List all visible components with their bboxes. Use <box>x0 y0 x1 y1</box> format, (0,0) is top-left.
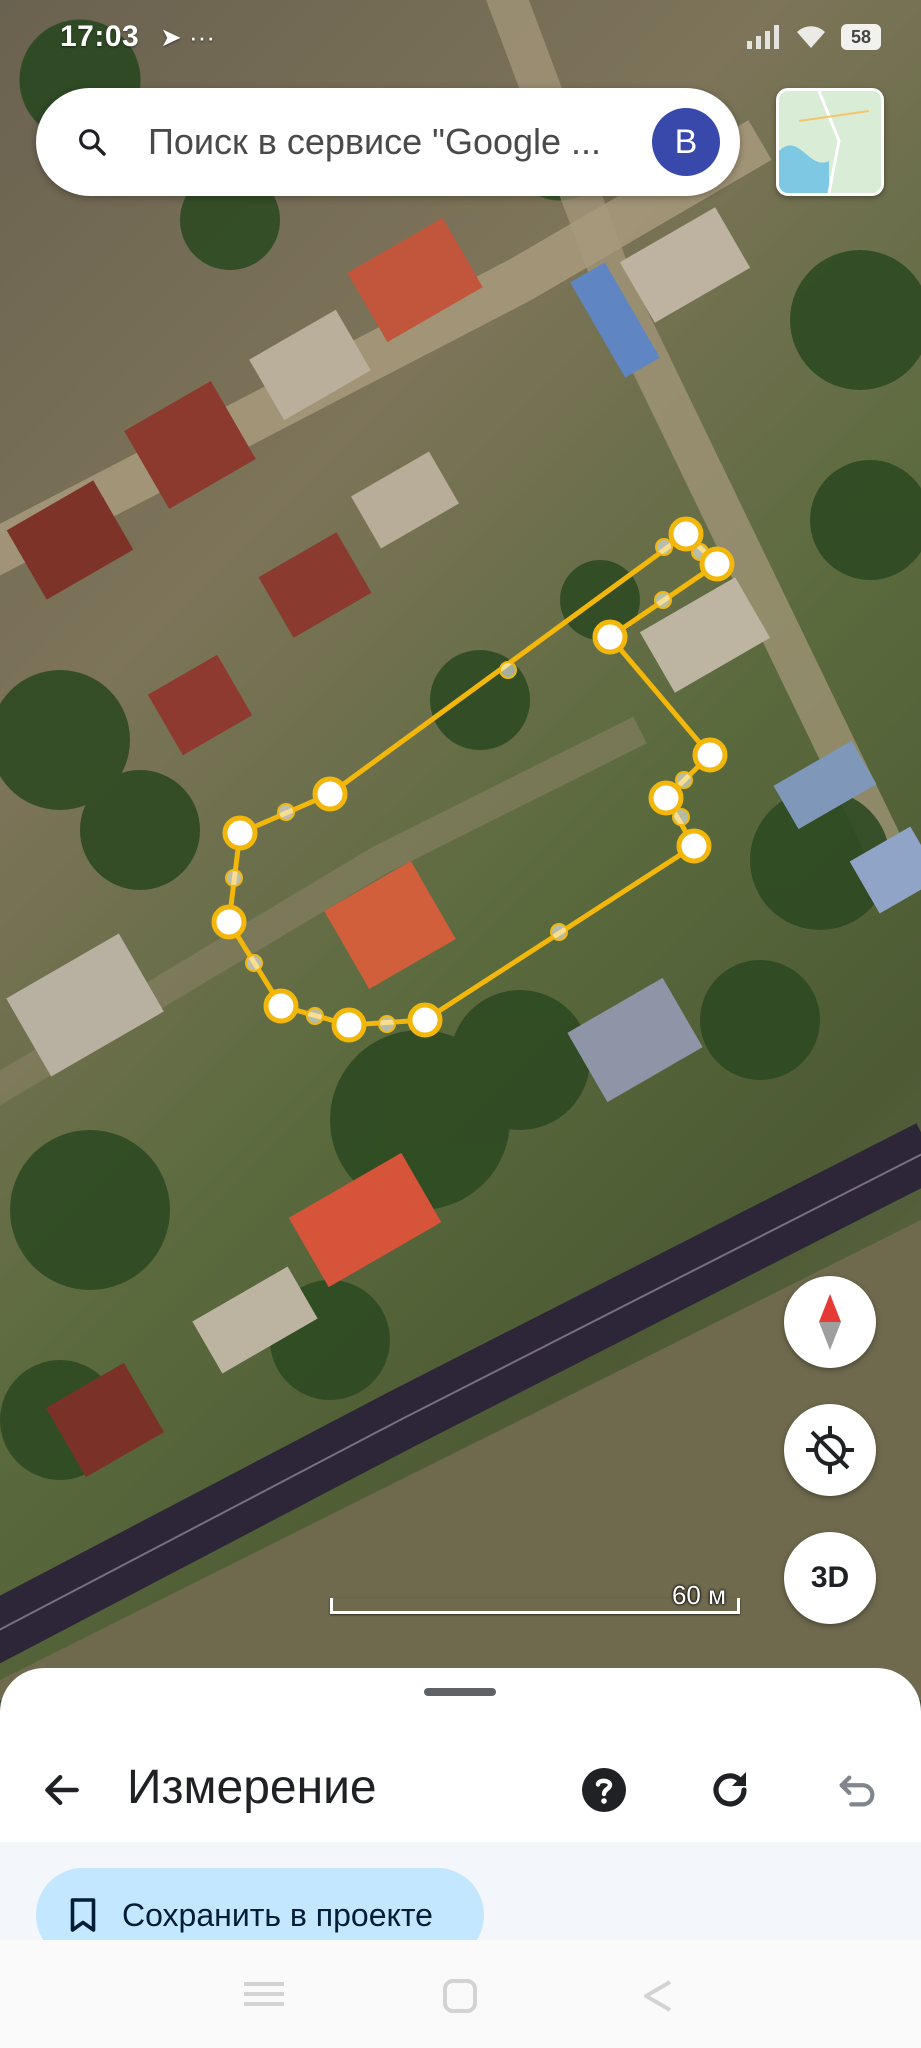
sheet-title: Измерение <box>127 1761 377 1814</box>
refresh-icon[interactable] <box>706 1766 754 1814</box>
measure-midpoint-handle[interactable] <box>306 1007 324 1025</box>
measure-vertex-handle[interactable] <box>699 546 735 582</box>
back-arrow-icon[interactable] <box>40 1768 84 1812</box>
map-layers-thumbnail <box>779 91 881 193</box>
home-icon[interactable] <box>442 1978 478 2014</box>
measure-vertex-handle[interactable] <box>676 828 712 864</box>
signal-icon <box>747 25 779 49</box>
measure-vertex-handle[interactable] <box>407 1002 443 1038</box>
help-icon[interactable] <box>580 1766 628 1814</box>
save-to-project-label: Сохранить в проекте <box>122 1896 433 1933</box>
measure-midpoint-handle[interactable] <box>225 869 243 887</box>
measure-midpoint-handle[interactable] <box>378 1015 396 1033</box>
compass-icon <box>819 1294 841 1350</box>
map-layers-button[interactable] <box>776 88 884 196</box>
status-right-icons: 58 <box>747 24 881 50</box>
search-input[interactable]: Поиск в сервисе "Google ... <box>148 121 628 163</box>
measure-midpoint-handle[interactable] <box>499 661 517 679</box>
status-time: 17:03 <box>60 20 140 53</box>
sheet-header: Измерение <box>0 1738 921 1848</box>
map-scale: 60 м <box>330 1580 740 1614</box>
measure-vertex-handle[interactable] <box>648 780 684 816</box>
bookmark-icon <box>70 1898 96 1932</box>
my-location-button[interactable] <box>784 1404 876 1496</box>
measure-midpoint-handle[interactable] <box>277 803 295 821</box>
scale-bar <box>330 1598 740 1614</box>
location-off-icon <box>806 1426 854 1474</box>
3d-label: 3D <box>810 1561 850 1594</box>
wifi-icon <box>797 26 825 48</box>
measure-vertex-handle[interactable] <box>211 904 247 940</box>
map-imagery <box>0 0 921 1700</box>
undo-icon[interactable] <box>834 1768 880 1814</box>
measure-vertex-handle[interactable] <box>592 619 628 655</box>
measure-vertex-handle[interactable] <box>263 988 299 1024</box>
search-bar[interactable]: Поиск в сервисе "Google ... B <box>36 88 740 196</box>
measure-vertex-handle[interactable] <box>222 815 258 851</box>
measure-vertex-handle[interactable] <box>668 516 704 552</box>
nav-back-icon[interactable] <box>640 1978 674 2014</box>
compass-button[interactable] <box>784 1276 876 1368</box>
system-nav-bar <box>0 1940 921 2048</box>
measure-midpoint-handle[interactable] <box>675 771 693 789</box>
measure-midpoint-handle[interactable] <box>655 538 673 556</box>
measure-midpoint-handle[interactable] <box>654 591 672 609</box>
measure-midpoint-handle[interactable] <box>245 954 263 972</box>
sheet-drag-handle[interactable] <box>424 1688 496 1696</box>
satellite-map[interactable] <box>0 0 921 1700</box>
measure-vertex-handle[interactable] <box>312 776 348 812</box>
measure-vertex-handle[interactable] <box>331 1007 367 1043</box>
status-notification-icons: ➤ ··· <box>160 22 215 52</box>
battery-indicator: 58 <box>841 24 881 50</box>
account-avatar[interactable]: B <box>652 108 720 176</box>
3d-button[interactable]: 3D <box>784 1532 876 1624</box>
recent-apps-icon[interactable] <box>244 1978 284 2010</box>
measure-midpoint-handle[interactable] <box>550 923 568 941</box>
measure-vertex-handle[interactable] <box>692 737 728 773</box>
search-icon <box>79 129 106 156</box>
